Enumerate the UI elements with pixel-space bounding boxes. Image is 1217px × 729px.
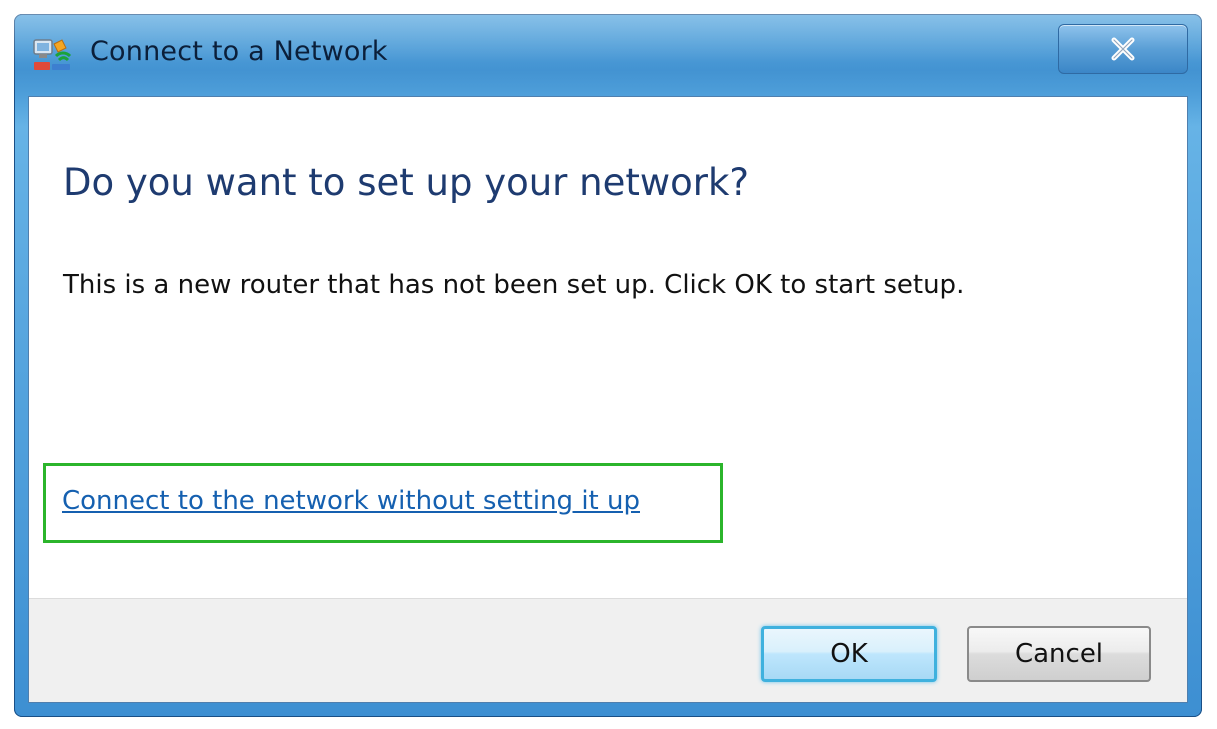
dialog-content: Do you want to set up your network? This…	[28, 96, 1188, 703]
dialog-window: Connect to a Network Do you want to set …	[14, 14, 1202, 717]
button-bar: OK Cancel	[29, 598, 1187, 702]
dialog-heading: Do you want to set up your network?	[63, 161, 750, 204]
title-bar[interactable]: Connect to a Network	[14, 14, 1202, 96]
dialog-message: This is a new router that has not been s…	[63, 270, 965, 300]
ok-button[interactable]: OK	[761, 626, 937, 682]
close-icon	[1111, 37, 1135, 61]
network-icon	[32, 36, 76, 74]
connect-without-setup-link[interactable]: Connect to the network without setting i…	[62, 486, 640, 516]
cancel-button[interactable]: Cancel	[967, 626, 1151, 682]
close-button[interactable]	[1058, 24, 1188, 74]
link-highlight-box: Connect to the network without setting i…	[43, 463, 723, 543]
window-title: Connect to a Network	[90, 36, 388, 67]
